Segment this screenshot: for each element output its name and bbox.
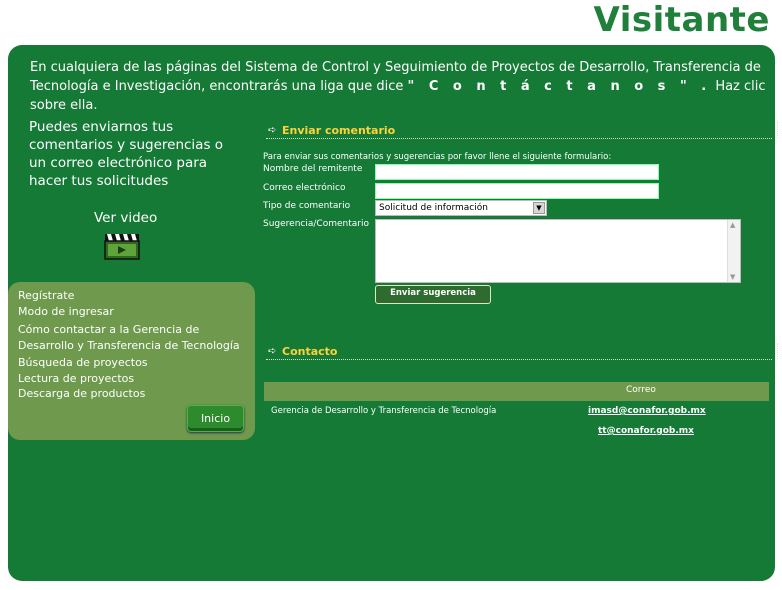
- type-label: Tipo de comentario: [263, 201, 351, 211]
- menu-item-lectura[interactable]: Lectura de proyectos: [18, 371, 134, 386]
- menu-item-como-contactar[interactable]: Cómo contactar a la Gerencia de: [18, 322, 199, 337]
- comment-textarea[interactable]: ▲ ▼: [375, 219, 741, 283]
- comment-form: Para enviar sus comentarios y sugerencia…: [263, 151, 763, 306]
- main-panel: En cualquiera de las páginas del Sistema…: [8, 45, 778, 581]
- form-heading: Enviar comentario: [282, 124, 396, 137]
- comment-type-select[interactable]: Solicitud de información ▼: [375, 200, 547, 216]
- form-intro: Para enviar sus comentarios y sugerencia…: [263, 152, 612, 162]
- menu-item-descarga[interactable]: Descarga de productos: [18, 386, 145, 401]
- menu-item-como-contactar-cont[interactable]: Desarrollo y Transferencia de Tecnología: [18, 338, 240, 353]
- form-section-header: ➪ Enviar comentario: [266, 122, 778, 139]
- column-header-correo: Correo: [626, 385, 656, 395]
- contact-heading: Contacto: [282, 345, 338, 358]
- email-label: Correo electrónico: [263, 183, 346, 193]
- contact-table-header: Correo: [264, 382, 769, 401]
- clapperboard-icon[interactable]: [104, 229, 140, 260]
- inicio-button[interactable]: Inicio: [187, 405, 244, 432]
- page-title: Visitante: [593, 0, 770, 40]
- email-link-tt[interactable]: tt@conafor.gob.mx: [598, 426, 694, 436]
- comment-label: Sugerencia/Comentario: [263, 219, 369, 229]
- side-description: Puedes enviarnos tus comentarios y suger…: [29, 119, 224, 189]
- intro-text: En cualquiera de las páginas del Sistema…: [30, 58, 770, 115]
- email-link-imasd[interactable]: imasd@conafor.gob.mx: [588, 406, 706, 416]
- intro-keyword: " C o n t á c t a n o s " .: [407, 79, 712, 94]
- contact-name: Gerencia de Desarrollo y Transferencia d…: [271, 406, 497, 416]
- menu-box: Regístrate Modo de ingresar Cómo contact…: [8, 282, 255, 440]
- sender-name-field[interactable]: [375, 164, 659, 180]
- menu-item-registrate[interactable]: Regístrate: [18, 288, 74, 303]
- chevron-down-icon[interactable]: ▼: [533, 202, 545, 214]
- menu-item-modo-ingresar[interactable]: Modo de ingresar: [18, 304, 114, 319]
- arrow-right-icon: ➪: [268, 125, 277, 136]
- scroll-down-icon[interactable]: ▼: [730, 273, 735, 281]
- contact-section-header: ➪ Contacto: [266, 343, 778, 360]
- video-link[interactable]: Ver video: [94, 210, 157, 226]
- comment-type-value: Solicitud de información: [379, 203, 488, 213]
- name-label: Nombre del remitente: [263, 164, 363, 174]
- email-field[interactable]: [375, 183, 659, 199]
- submit-suggestion-button[interactable]: Enviar sugerencia: [375, 285, 491, 304]
- scroll-up-icon[interactable]: ▲: [730, 221, 735, 229]
- menu-item-busqueda[interactable]: Búsqueda de proyectos: [18, 355, 148, 370]
- scrollbar[interactable]: ▲ ▼: [727, 220, 740, 282]
- arrow-right-icon: ➪: [268, 346, 277, 357]
